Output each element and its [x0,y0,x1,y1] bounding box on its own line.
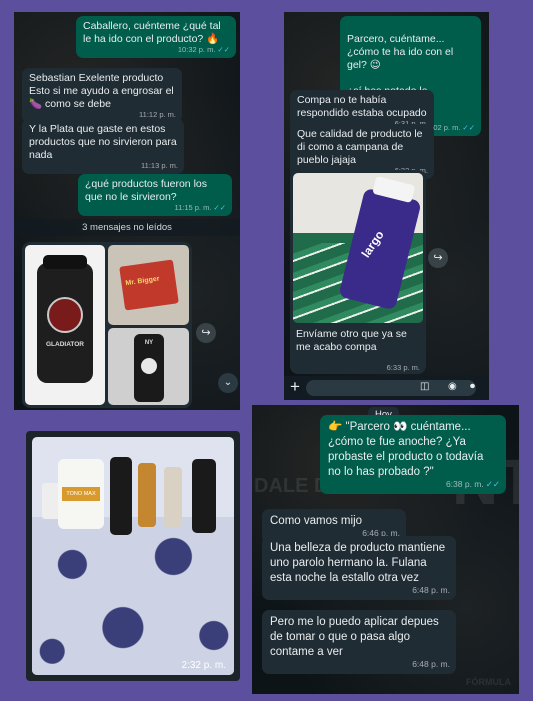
product-bottle-dark-2 [192,459,216,533]
message-time: 6:33 p. m. [386,363,420,372]
jar-illustration: GLADIATOR [37,255,93,383]
product-jar-white: TONO MAX [58,459,104,529]
product-dropper-2 [164,467,182,527]
message-text: Envíame otro que ya se me acabo compa [296,328,407,353]
sticker-icon[interactable]: ◫ [420,381,429,392]
floral-tablecloth [32,517,234,675]
jar-label: GLADIATOR [45,341,85,348]
bottle-emblem [141,358,157,374]
message-outgoing[interactable]: ¿qué productos fueron los que no le sirv… [78,174,232,216]
photo-time: 2:32 p. m. [181,660,226,671]
message-text: Pero me lo puedo aplicar depues de tomar… [270,616,439,658]
chat-panel-2: Parcero, cuéntame... ¿cómo te ha ido con… [284,12,489,400]
message-text: 👉 "Parcero 👀 cuéntame... ¿cómo te fue an… [328,421,484,478]
message-time: 6:48 p. m. [412,585,450,595]
message-text: Y la Plata que gaste en estos productos … [29,123,177,161]
forward-icon[interactable]: ↪ [428,248,448,268]
message-incoming[interactable]: Sebastian Exelente producto Esto si me a… [22,68,182,123]
message-time: 6:48 p. m. [412,659,450,669]
jar-label: TONO MAX [62,487,100,501]
message-text: ¿qué productos fueron los que no le sirv… [85,178,207,203]
jar-badge [47,297,83,333]
message-incoming[interactable]: Pero me lo puedo aplicar depues de tomar… [262,610,456,674]
jar-lid [43,255,87,269]
product-bottle-dark [110,457,132,535]
chat-panel-1: Caballero, cuénteme ¿qué tal le ha ido c… [14,12,240,410]
message-caption: Envíame otro que ya se me acabo compa [296,328,422,354]
read-ticks-icon: ✓✓ [462,123,475,132]
photo-message[interactable]: largo Envíame otro que ya se me acabo co… [290,170,426,374]
message-text: Que calidad de producto le di como a cam… [297,128,423,166]
chat-panel-4: DALE D NT FÓRMULA Hoy 👉 "Parcero 👀 cuént… [252,405,519,694]
box-illustration: Mr. Bigger [119,259,179,311]
message-text: Una belleza de producto mantiene uno par… [270,542,446,584]
bottle-illustration: NY [134,334,164,402]
bottle-label: NY [144,340,154,346]
message-text: Caballero, cuénteme ¿qué tal le ha ido c… [83,20,221,45]
message-text: Compa no te había respondido estaba ocup… [297,94,427,119]
read-ticks-icon: ✓✓ [485,479,500,489]
photo-gel[interactable]: largo [293,173,423,323]
read-ticks-icon: ✓✓ [217,45,230,54]
photo-products: TONO MAX [32,437,234,675]
message-input-bar: + ◫ ◉ ⏺ [284,376,489,400]
unread-messages-divider: 3 mensajes no leídos [14,219,240,236]
forward-icon[interactable]: ↪ [196,323,216,343]
watermark-text: FÓRMULA [466,677,511,687]
scroll-down-icon[interactable]: ⌄ [218,373,238,393]
message-text: Como vamos mijo [270,515,363,527]
message-incoming[interactable]: Y la Plata que gaste en estos productos … [22,119,184,174]
photo-panel[interactable]: TONO MAX 2:32 p. m. [26,431,240,681]
read-ticks-icon: ✓✓ [213,203,226,212]
photo-bottle[interactable]: NY [108,328,189,405]
camera-icon[interactable]: ◉ [448,381,457,392]
message-time: 6:38 p. m. ✓✓ [445,479,500,489]
message-outgoing[interactable]: 👉 "Parcero 👀 cuéntame... ¿cómo te fue an… [320,415,506,494]
gel-label: largo [358,227,387,261]
message-time: 10:32 p. m. ✓✓ [177,45,230,54]
message-incoming[interactable]: Una belleza de producto mantiene uno par… [262,536,456,600]
box-label: Mr. Bigger [125,275,160,288]
message-text: Sebastian Exelente producto Esto si me a… [29,72,174,110]
product-dropper-1 [138,463,156,527]
message-outgoing[interactable]: Caballero, cuénteme ¿qué tal le ha ido c… [76,16,236,58]
message-time: 11:13 p. m. [141,161,178,170]
photo-album-message[interactable]: GLADIATOR Mr. Bigger NY [22,242,192,408]
plus-icon[interactable]: + [290,378,300,396]
microphone-icon[interactable]: ⏺ [470,381,475,392]
photo-jar[interactable]: GLADIATOR [25,245,105,405]
photo-box[interactable]: Mr. Bigger [108,245,189,325]
message-time: 11:15 p. m. ✓✓ [174,203,226,212]
message-time: 4:02 p. m. ✓✓ [427,123,475,132]
watermark-text: DALE D [254,475,329,497]
